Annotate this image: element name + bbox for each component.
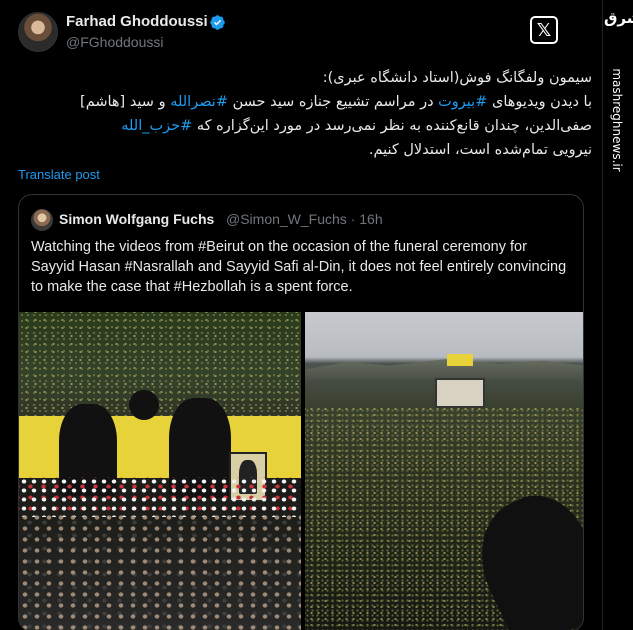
crowd-pattern — [19, 512, 301, 630]
flowers-pattern — [19, 477, 301, 517]
crowd-pattern — [19, 312, 301, 422]
yellow-sign — [447, 354, 473, 366]
author-name[interactable]: Farhad Ghoddoussi — [66, 13, 208, 30]
hashtag-nasrallah[interactable]: #نصرالله — [170, 94, 228, 110]
tweet-header: Farhad Ghoddoussi @FGhoddoussi 𝕏 — [18, 10, 598, 54]
media-image-left[interactable] — [19, 312, 301, 630]
tweet-body-line-2: با دیدن ویدیوهای #بیروت در مراسم تشییع ج… — [20, 90, 592, 114]
body-text: در مراسم تشییع جنازه سید حسن — [227, 94, 439, 110]
site-url: mashreghnews.ir — [607, 60, 627, 180]
portrait-screen — [435, 378, 485, 408]
quoted-author-name[interactable]: Simon Wolfgang Fuchs — [59, 211, 214, 227]
quoted-author-avatar[interactable] — [31, 209, 53, 231]
translate-post-link[interactable]: Translate post — [18, 167, 100, 182]
author-handle[interactable]: @FGhoddoussi — [66, 34, 163, 50]
hashtag-beirut[interactable]: #بیروت — [438, 94, 487, 110]
guard-figure — [129, 390, 159, 420]
body-text: و سید [هاشم] — [80, 94, 171, 110]
body-text: با دیدن ویدیوهای — [487, 94, 592, 110]
tweet-body: سیمون ولفگانگ فوش(استاد دانشگاه عبری): ب… — [20, 66, 592, 162]
site-sidebar: مشرق mashreghnews.ir — [602, 0, 633, 630]
tweet-card: Farhad Ghoddoussi @FGhoddoussi 𝕏 سیمون و… — [0, 0, 602, 630]
verified-badge-icon — [210, 15, 225, 30]
quoted-timestamp[interactable]: · 16h — [351, 211, 383, 227]
tweet-body-line-4: نیرویی تمام‌شده است، استدلال کنیم. — [368, 142, 592, 158]
quoted-tweet[interactable]: Simon Wolfgang Fuchs @Simon_W_Fuchs · 16… — [18, 194, 584, 630]
tweet-body-line-3: صفی‌الدین، چندان قانع‌کننده به نظر نمی‌ر… — [20, 114, 592, 138]
quoted-text: Watching the videos from #Beirut on the … — [31, 239, 567, 295]
quoted-author-meta: @Simon_W_Fuchs · 16h — [226, 211, 383, 227]
site-logo: مشرق — [604, 9, 633, 27]
quoted-author-handle[interactable]: @Simon_W_Fuchs — [226, 211, 347, 227]
author-avatar[interactable] — [18, 12, 58, 52]
hashtag-hezbollah[interactable]: #حزب_الله — [121, 118, 192, 134]
hills-background — [305, 359, 583, 380]
media-image-right[interactable] — [305, 312, 583, 630]
x-logo-icon: 𝕏 — [530, 16, 558, 44]
tweet-body-line-1: سیمون ولفگانگ فوش(استاد دانشگاه عبری): — [322, 70, 592, 86]
site-url-text: mashreghnews.ir — [610, 68, 624, 172]
body-text: صفی‌الدین، چندان قانع‌کننده به نظر نمی‌ر… — [192, 118, 592, 134]
